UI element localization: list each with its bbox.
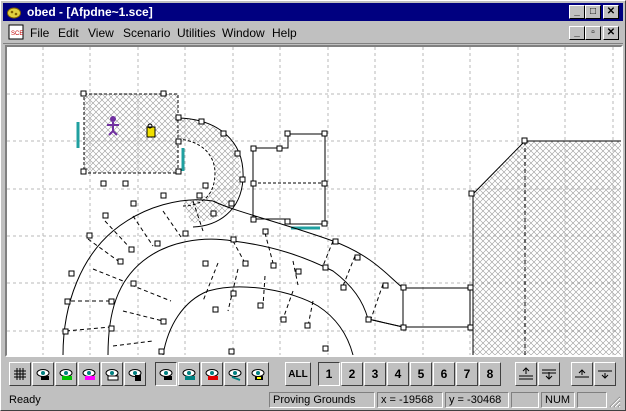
eye-magenta-icon [82,369,96,380]
all-layers-button[interactable]: ALL [285,362,311,386]
floor-down-icon [542,369,556,380]
view-eye-button-8[interactable] [201,362,223,386]
app-window: obed - [Afpdne~1.sce] _ □ ✕ SCE File Edi… [0,0,626,411]
layer-8-label: 8 [486,367,494,381]
ceiling-down-button[interactable] [594,362,616,386]
map-drawing[interactable] [7,47,621,355]
layer-6-button[interactable]: 6 [433,362,455,386]
view-eye-button-9[interactable] [224,362,246,386]
y-label: y = [449,394,464,406]
status-ready-text: Ready [9,394,41,406]
map-name-text: Proving Grounds [273,394,356,406]
layer-7-button[interactable]: 7 [456,362,478,386]
layer-2-label: 2 [348,367,356,381]
eye-monster-icon [182,369,196,380]
caps-indicator [511,392,539,408]
mdi-close-button[interactable]: ✕ [603,26,619,40]
y-coordinate-panel: y = -30468 [445,392,509,408]
right-sector[interactable] [472,140,621,355]
layer-4-button[interactable]: 4 [387,362,409,386]
status-bar: Ready Proving Grounds x = -19568 y = -30… [3,390,623,410]
floor-down-button[interactable] [538,362,560,386]
menu-view[interactable]: View [88,26,114,40]
mdi-restore-button[interactable]: ▫ [585,26,601,40]
floor-up-button[interactable] [515,362,537,386]
eye-pressed-icon [159,369,173,380]
status-message: Ready [5,392,267,408]
layer-5-button[interactable]: 5 [410,362,432,386]
floor-up-icon [519,367,533,380]
x-value: -19568 [399,394,434,406]
num-text: NUM [545,394,571,406]
grid-toggle-button[interactable] [9,362,31,386]
window-title: obed - [Afpdne~1.sce] [27,5,153,19]
layer-toolbar: ALL 1 2 3 4 5 6 7 8 [3,359,623,389]
view-eye-button-4[interactable] [101,362,123,386]
layer-3-button[interactable]: 3 [364,362,386,386]
arc-corridor[interactable] [62,199,471,355]
x-coordinate-panel: x = -19568 [377,392,443,408]
layer-8-button[interactable]: 8 [479,362,501,386]
scroll-indicator [577,392,607,408]
svg-text:SCE: SCE [11,31,23,37]
mdi-minimize-button[interactable]: _ [569,26,585,40]
layer-1-button[interactable]: 1 [318,362,340,386]
close-button[interactable]: ✕ [603,5,619,19]
start-room[interactable] [76,93,185,174]
layer-1-label: 1 [325,367,333,381]
menu-bar: SCE File Edit View Scenario Utilities Wi… [3,22,623,42]
ceiling-up-button[interactable] [571,362,593,386]
view-eye-button-6[interactable] [155,362,177,386]
eye-sound-icon [228,369,242,381]
close-glyph: ✕ [606,6,616,17]
menu-window[interactable]: Window [222,26,265,40]
all-layers-label: ALL [288,368,308,380]
view-eye-button-2[interactable] [55,362,77,386]
app-icon [7,7,21,19]
view-eye-button-3[interactable] [78,362,100,386]
ceiling-down-icon [598,370,612,379]
resize-grip-icon[interactable] [609,396,621,408]
menu-scenario[interactable]: Scenario [123,26,170,40]
view-eye-button-10[interactable] [247,362,269,386]
maximize-button[interactable]: □ [585,5,601,19]
title-bar[interactable]: obed - [Afpdne~1.sce] _ □ ✕ [3,3,623,21]
mdi-close-glyph: ✕ [606,27,616,38]
maximize-glyph: □ [589,6,597,17]
eye-building-icon [128,369,142,381]
menu-help[interactable]: Help [272,26,297,40]
layer-2-button[interactable]: 2 [341,362,363,386]
view-eye-button-7[interactable] [178,362,200,386]
minimize-glyph: _ [574,6,580,17]
layer-6-label: 6 [440,367,448,381]
y-value: -30468 [467,394,502,406]
menu-file[interactable]: File [30,26,49,40]
x-label: x = [381,394,396,406]
eye-red-icon [205,369,219,380]
eye-white-icon [105,369,119,381]
eye-icon [36,369,50,380]
num-indicator: NUM [541,392,575,408]
map-name-panel: Proving Grounds [269,392,375,408]
mdi-restore-glyph: ▫ [591,27,595,38]
eye-yellow-icon [251,369,265,380]
layer-3-label: 3 [371,367,379,381]
central-room[interactable] [252,133,326,230]
menu-edit[interactable]: Edit [58,26,79,40]
layer-5-label: 5 [417,367,425,381]
minimize-button[interactable]: _ [569,5,585,19]
view-eye-button-1[interactable] [32,362,54,386]
eye-green-icon [59,369,73,380]
menu-utilities[interactable]: Utilities [177,26,216,40]
grid-icon [14,368,26,380]
ceiling-up-icon [575,369,589,378]
document-icon[interactable]: SCE [8,24,24,40]
layer-7-label: 7 [463,367,471,381]
map-canvas[interactable] [5,45,623,357]
layer-4-label: 4 [394,367,402,381]
mdi-minimize-glyph: _ [574,27,580,38]
view-eye-button-5[interactable] [124,362,146,386]
